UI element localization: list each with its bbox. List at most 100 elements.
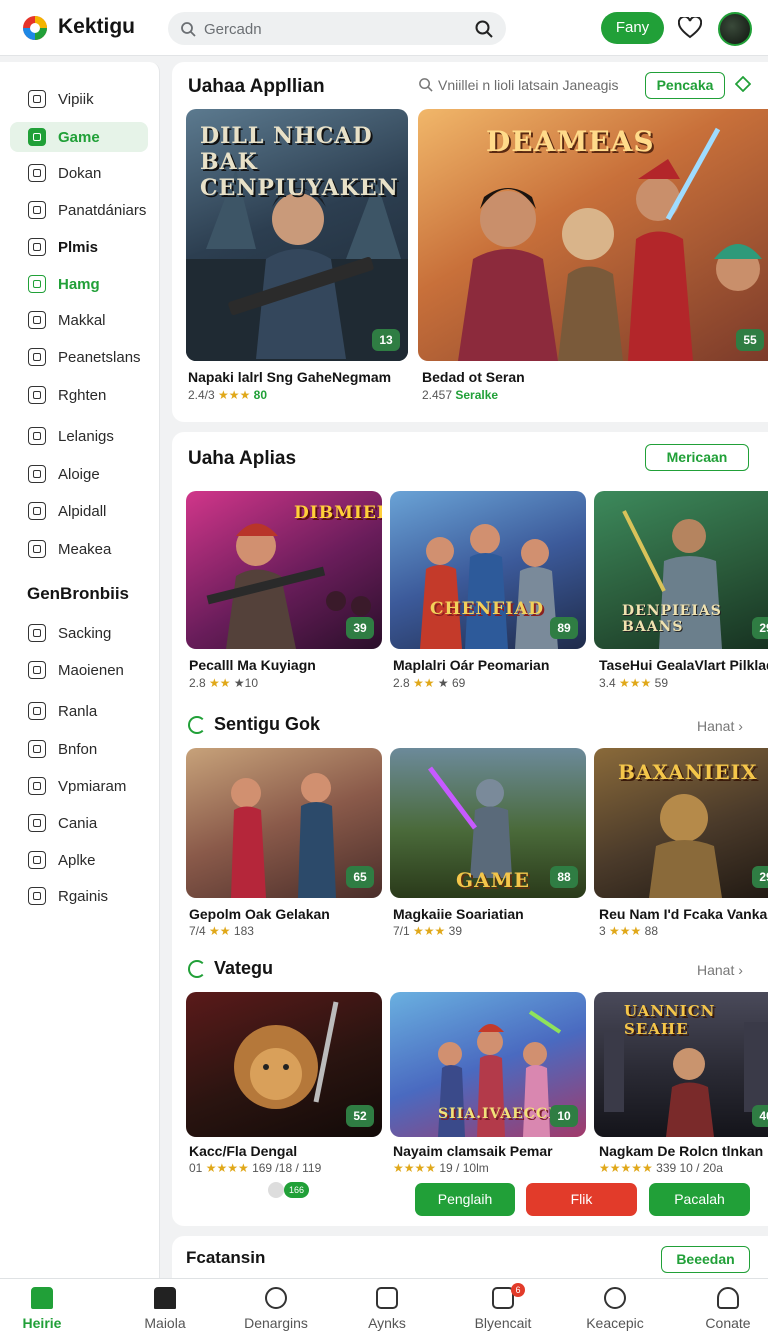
heart-icon[interactable] — [678, 17, 702, 39]
game-title[interactable]: Kacc/Fla Dengal — [189, 1143, 297, 1159]
game-art-5[interactable]: DENPIEIAS BAANS 29 — [594, 491, 768, 649]
game-art-title: DEAMEAS — [486, 125, 655, 158]
sidebar-item-lelanigs[interactable]: Lelanigs — [10, 421, 148, 451]
game-art-title: CHENFIAD — [430, 599, 545, 619]
game-art-8[interactable]: BAXANIEIX 29 — [594, 748, 768, 898]
app-logo-icon[interactable] — [20, 14, 50, 42]
game-title[interactable]: Napaki lalrl Sng GaheNegmam — [188, 369, 391, 385]
sidebar-item-maoienen[interactable]: Maoienen — [10, 655, 148, 685]
footer-section-button[interactable]: Beeedan — [661, 1246, 750, 1273]
status-chip: 166 — [284, 1182, 310, 1198]
game-meta: ★★★★ 19 / 10lm — [393, 1161, 489, 1175]
game-meta: 2.8 ★★ ★10 — [189, 676, 258, 690]
game-art-7[interactable]: GAME 88 — [390, 748, 586, 898]
game-art-4[interactable]: CHENFIAD 89 — [390, 491, 586, 649]
game-art-3[interactable]: DIBMIEH7 39 — [186, 491, 382, 649]
rating-badge: 55 — [736, 329, 764, 351]
game-icon — [28, 128, 46, 146]
sidebar-item-makkal[interactable]: Makkal — [10, 305, 148, 335]
sidebar-item-peanetslans[interactable]: Peanetslans — [10, 342, 148, 372]
sidebar-item-bnfon[interactable]: Bnfon — [10, 734, 148, 764]
cta-button-install[interactable]: Penglaih — [415, 1183, 515, 1216]
rating-badge: 29 — [752, 617, 768, 639]
sidebar-item-cania[interactable]: Cania — [10, 808, 148, 838]
game-art-9[interactable]: 52 — [186, 992, 382, 1137]
chat-icon — [28, 201, 46, 219]
sidebar-item-aplke[interactable]: Aplke — [10, 845, 148, 875]
cta-button-pacalah[interactable]: Pacalah — [649, 1183, 750, 1216]
game-meta: 7/1 ★★★ 39 — [393, 924, 463, 938]
game-title[interactable]: Reu Nam I'd Fcaka Vankan — [599, 906, 768, 922]
featured-search-hint[interactable]: Vniillei n lioli latsain Janeagis — [438, 77, 619, 93]
sidebar-item-rghten[interactable]: Rghten — [10, 380, 148, 410]
game-title[interactable]: Gepolm Oak Gelakan — [189, 906, 330, 922]
smile-icon — [28, 814, 46, 832]
diamond-icon[interactable] — [735, 76, 751, 92]
game-art-2[interactable]: DEAMEAS 55 — [418, 109, 768, 361]
nav-aynks[interactable]: Aynks — [337, 1287, 437, 1331]
search-submit-icon[interactable] — [474, 19, 494, 39]
game-art-6[interactable]: 65 — [186, 748, 382, 898]
rating-badge: 29 — [752, 866, 768, 888]
checkbox-icon — [28, 465, 46, 483]
apps-button[interactable]: Mericaan — [645, 444, 749, 471]
footer-section: Fcatansin Beeedan — [172, 1236, 768, 1278]
game-art-11[interactable]: UANNICN SEAHE 40 — [594, 992, 768, 1137]
see-more-link[interactable]: Hanat › — [697, 962, 743, 978]
game-title[interactable]: Nagkam De Rolcn tlnkan — [599, 1143, 763, 1159]
folder-icon — [28, 238, 46, 256]
sidebar-item-sacking[interactable]: Sacking — [10, 618, 148, 648]
nav-blyencait[interactable]: 6 Blyencait — [453, 1283, 553, 1331]
nav-keacepic[interactable]: Keacepic — [565, 1287, 665, 1331]
sidebar-item-dokan[interactable]: Dokan — [10, 158, 148, 188]
refresh-icon — [188, 959, 206, 978]
game-art-title: BAXANIEIX — [618, 760, 758, 784]
game-art-1[interactable]: DILL NHCAD BAK CENPIUYAKEN 13 — [186, 109, 408, 361]
footer-section-title: Fcatansin — [186, 1248, 266, 1267]
nav-home[interactable]: Heirie — [0, 1287, 92, 1331]
game-title[interactable]: Bedad ot Seran — [422, 369, 525, 385]
primary-button[interactable]: Fany — [601, 12, 664, 44]
see-more-link[interactable]: Hanat › — [697, 718, 743, 734]
sidebar-item-plmis[interactable]: Plmis — [10, 232, 148, 262]
game-meta: 2.457 Seralke — [422, 388, 499, 402]
edit-icon — [28, 502, 46, 520]
sidebar-item-hamg[interactable]: Hamg — [10, 269, 148, 299]
rating-badge: 52 — [346, 1105, 374, 1127]
game-title[interactable]: Maplalri Oár Peomarian — [393, 657, 549, 673]
apps-title: Uaha Aplias — [188, 448, 297, 469]
game-title[interactable]: Pecalll Ma Kuyiagn — [189, 657, 316, 673]
sidebar-item-vipiik[interactable]: Vipiik — [10, 84, 148, 114]
search-icon — [419, 78, 433, 92]
nav-conate[interactable]: Conate — [678, 1287, 768, 1331]
image-icon — [28, 777, 46, 795]
sidebar-item-game[interactable]: Game — [10, 122, 148, 152]
sidebar-item-ranla[interactable]: Ranla — [10, 696, 148, 726]
game-art-10[interactable]: SIIA.IVAECCHE 10 — [390, 992, 586, 1137]
sidebar-item-alpidall[interactable]: Alpidall — [10, 496, 148, 526]
sidebar-item-meakea[interactable]: Meakea — [10, 534, 148, 564]
game-art-title: DENPIEIAS BAANS — [622, 603, 722, 635]
game-art-title: UANNICN SEAHE — [624, 1002, 716, 1038]
bag-icon — [28, 164, 46, 182]
cta-button-flik[interactable]: Flik — [526, 1183, 637, 1216]
game-title[interactable]: Magkaiie Soariatian — [393, 906, 524, 922]
search-bar[interactable]: Gercadn — [168, 12, 506, 45]
lock-icon — [28, 427, 46, 445]
toggle-icon[interactable] — [268, 1182, 284, 1198]
featured-button[interactable]: Pencaka — [645, 72, 725, 99]
nav-maiola[interactable]: Maiola — [115, 1287, 215, 1331]
search-input[interactable]: Gercadn — [204, 21, 262, 38]
nav-denargins[interactable]: Denargins — [226, 1287, 326, 1331]
avatar[interactable] — [718, 12, 752, 46]
sidebar-heading: GenBronbiis — [27, 584, 130, 603]
sidebar-item-rgainis[interactable]: Rgainis — [10, 881, 148, 911]
game-title[interactable]: Nayaim clamsaik Pemar — [393, 1143, 553, 1159]
game-title[interactable]: TaseHui GealaVlart Pilklad — [599, 657, 768, 673]
bottom-nav: Heirie Maiola Denargins Aynks 6 Blyencait… — [0, 1278, 768, 1344]
notification-badge: 6 — [511, 1283, 525, 1297]
sidebar-item-vpmiaram[interactable]: Vpmiaram — [10, 771, 148, 801]
gamepad-icon — [265, 1287, 287, 1309]
sidebar-item-panatdaniars[interactable]: Panatdániars — [10, 195, 148, 225]
sidebar-item-aloige[interactable]: Aloige — [10, 459, 148, 489]
